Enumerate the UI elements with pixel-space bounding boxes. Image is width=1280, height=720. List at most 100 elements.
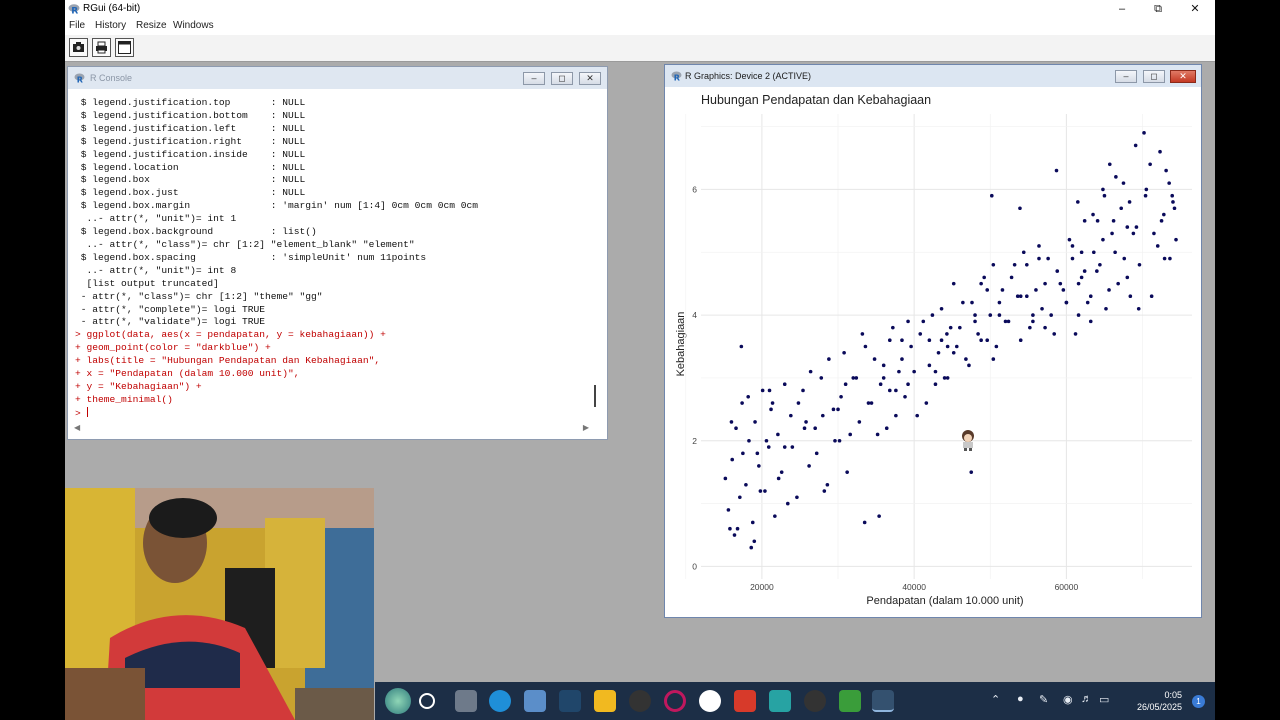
- data-point: [1031, 313, 1035, 317]
- pen-icon[interactable]: ✎: [1039, 693, 1048, 706]
- menu-resize[interactable]: Resize: [136, 20, 167, 31]
- data-point: [831, 407, 836, 412]
- data-point: [785, 501, 790, 506]
- data-point: [857, 420, 862, 424]
- notes-icon[interactable]: [769, 690, 791, 712]
- print-button[interactable]: [92, 38, 111, 57]
- yandex-icon[interactable]: [699, 690, 721, 712]
- console-minimize-button[interactable]: –: [523, 72, 545, 85]
- console-maximize-button[interactable]: ◻: [551, 72, 573, 85]
- console-horizontal-scrollbar[interactable]: ◀ ▶: [74, 423, 589, 433]
- y-tick-label: 4: [692, 310, 697, 320]
- console-line: - attr(*, "complete")= logi TRUE: [75, 303, 265, 315]
- data-point: [1136, 306, 1141, 311]
- graphics-close-button[interactable]: ✕: [1170, 70, 1196, 83]
- data-point: [1111, 219, 1116, 223]
- wps-icon[interactable]: [734, 690, 756, 712]
- toolbar: [65, 35, 1215, 62]
- network-icon[interactable]: ◉: [1063, 693, 1073, 706]
- data-point: [764, 438, 769, 443]
- data-point: [1155, 244, 1160, 248]
- r-graphics-window: R R Graphics: Device 2 (ACTIVE) – ◻ ✕ Hu…: [664, 64, 1202, 618]
- data-point: [969, 470, 974, 474]
- microphone-icon[interactable]: ●: [1017, 693, 1024, 705]
- search-icon[interactable]: [419, 693, 435, 709]
- console-line: $ legend.location : NULL: [75, 161, 306, 173]
- scroll-left-icon[interactable]: ◀: [74, 423, 80, 432]
- data-point: [753, 420, 757, 424]
- data-point: [723, 476, 728, 481]
- menu-history[interactable]: History: [95, 20, 126, 31]
- console-output[interactable]: $ legend.justification.top : NULL $ lege…: [75, 97, 595, 421]
- r-logo-icon: R: [671, 71, 682, 81]
- data-point: [827, 357, 831, 361]
- data-point: [973, 313, 977, 317]
- tray-chevron-icon[interactable]: ⌃: [991, 693, 1000, 706]
- data-point: [735, 526, 740, 531]
- edge-icon[interactable]: [489, 690, 511, 712]
- file-explorer-icon[interactable]: [594, 690, 616, 712]
- steam-icon[interactable]: [559, 690, 581, 712]
- data-point: [729, 420, 734, 424]
- data-point: [739, 344, 744, 349]
- photos-icon[interactable]: [524, 690, 546, 712]
- open-script-button[interactable]: [69, 38, 88, 57]
- data-point: [776, 476, 781, 481]
- data-point: [749, 545, 754, 550]
- graphics-maximize-button[interactable]: ◻: [1143, 70, 1165, 83]
- battery-icon[interactable]: ▭: [1099, 693, 1109, 706]
- data-point: [927, 338, 932, 343]
- data-point: [1098, 263, 1102, 267]
- data-point: [1055, 269, 1060, 273]
- data-point: [891, 325, 895, 330]
- data-point: [1128, 294, 1133, 299]
- android-icon[interactable]: [839, 690, 861, 712]
- media-player-icon[interactable]: [629, 690, 651, 712]
- data-point: [1073, 332, 1078, 336]
- menu-file[interactable]: File: [69, 20, 85, 31]
- data-point: [1104, 306, 1108, 311]
- console-window-button[interactable]: [115, 38, 134, 57]
- data-point: [948, 325, 953, 330]
- data-point: [801, 388, 805, 393]
- data-point: [833, 438, 837, 443]
- restore-icon[interactable]: ⧉: [1143, 1, 1173, 17]
- console-scroll-thumb[interactable]: [594, 385, 596, 407]
- data-point: [836, 407, 840, 412]
- data-point: [1067, 237, 1072, 242]
- data-points: [723, 131, 1178, 550]
- data-point: [1040, 306, 1044, 311]
- system-clock[interactable]: 0:05 26/05/2025: [1127, 689, 1182, 713]
- chrome-icon[interactable]: [804, 690, 826, 712]
- console-line: ..- attr(*, "class")= chr [1:2] "element…: [75, 238, 415, 250]
- console-vertical-scrollbar[interactable]: [591, 97, 601, 427]
- data-point: [734, 426, 738, 430]
- data-point: [825, 482, 830, 487]
- console-close-button[interactable]: ✕: [579, 72, 601, 85]
- data-point: [854, 376, 859, 380]
- data-point: [1142, 131, 1146, 135]
- data-point: [877, 514, 881, 518]
- opera-icon[interactable]: [664, 690, 686, 712]
- data-point: [878, 382, 883, 387]
- data-point: [900, 357, 904, 361]
- data-point: [951, 281, 956, 286]
- scroll-right-icon[interactable]: ▶: [583, 423, 589, 432]
- volume-icon[interactable]: ♬: [1081, 693, 1092, 705]
- grid-lines: [685, 114, 1192, 579]
- rgui-taskbar-icon[interactable]: [872, 690, 894, 712]
- data-point: [1101, 187, 1105, 192]
- minimize-icon[interactable]: –: [1107, 1, 1137, 17]
- console-prompt[interactable]: >: [75, 406, 595, 421]
- start-icon[interactable]: [385, 688, 411, 714]
- close-icon[interactable]: ✕: [1180, 1, 1210, 17]
- data-point: [732, 533, 737, 537]
- data-point: [750, 520, 755, 525]
- graphics-minimize-button[interactable]: –: [1115, 70, 1137, 83]
- console-line: $ legend.justification.inside : NULL: [75, 148, 306, 160]
- task-view-icon[interactable]: [455, 690, 477, 712]
- open-script-icon: [73, 42, 84, 52]
- notification-badge[interactable]: 1: [1192, 695, 1205, 708]
- menu-windows[interactable]: Windows: [173, 20, 214, 31]
- data-point: [976, 332, 980, 336]
